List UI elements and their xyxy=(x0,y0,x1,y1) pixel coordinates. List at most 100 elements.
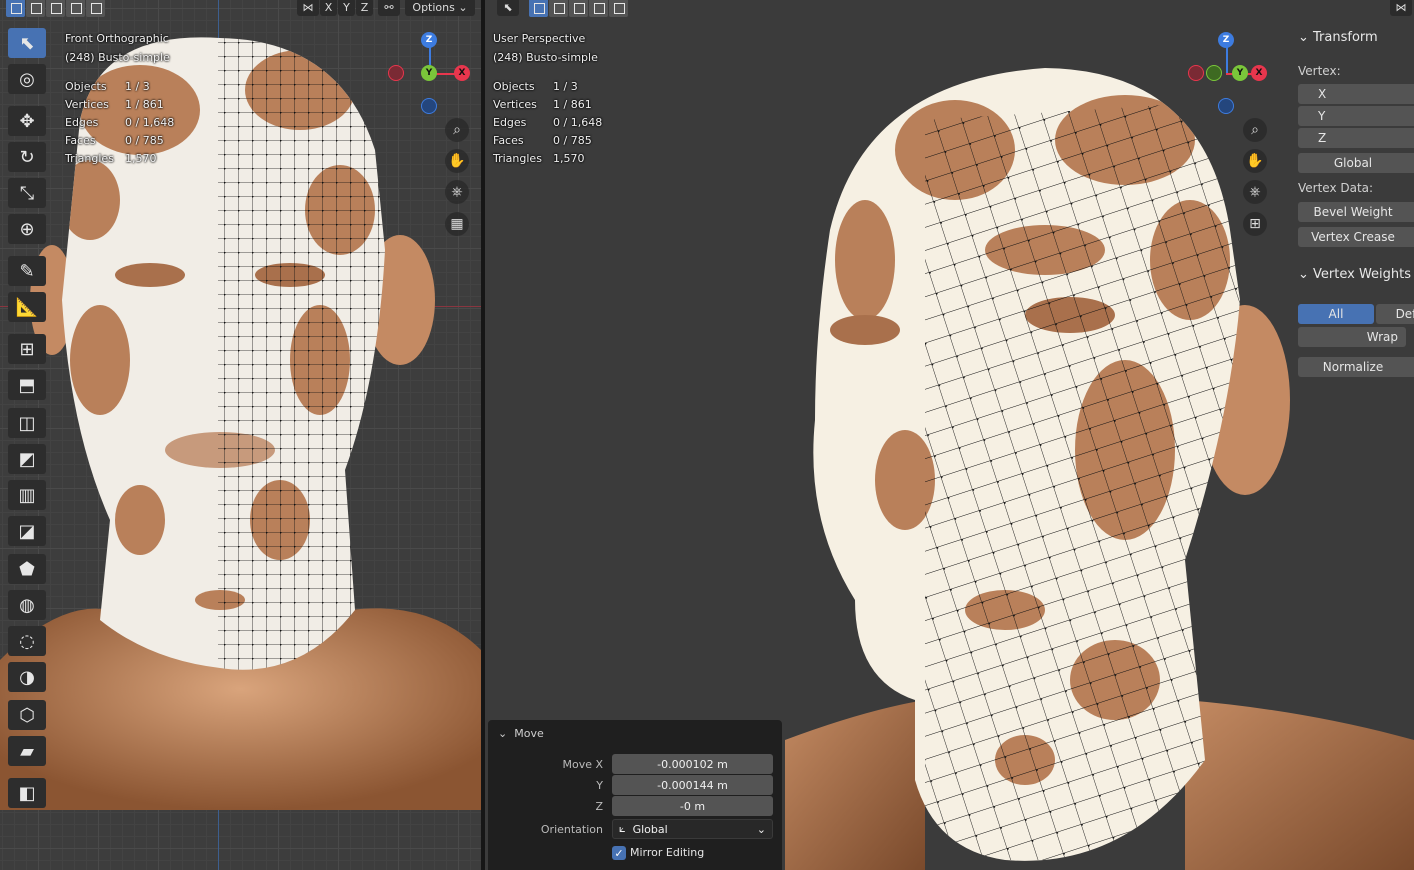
select-new-icon[interactable] xyxy=(529,0,548,17)
mirror-editing-checkbox[interactable]: ✓ xyxy=(612,846,626,860)
object-name: (248) Busto-simple xyxy=(65,51,170,64)
vertex-weights-title: Vertex Weights xyxy=(1313,267,1412,282)
gizmo-y[interactable]: Y xyxy=(421,65,437,81)
mirror-icon[interactable]: ⋈ xyxy=(1390,0,1412,16)
move-x-label: Move X xyxy=(562,758,603,771)
camera-icon[interactable]: ⎈ xyxy=(445,180,469,204)
pan-hand-icon[interactable]: ✋ xyxy=(1243,149,1267,173)
select-tool-icon[interactable]: ⬉ xyxy=(497,0,519,16)
mirror-icon[interactable]: ⋈ xyxy=(297,0,319,16)
move-z-label: Z xyxy=(595,800,603,813)
select-box-tool-icon[interactable]: ⬉ xyxy=(8,28,46,58)
select-new-icon[interactable] xyxy=(6,0,25,17)
vertex-x-field[interactable]: X xyxy=(1298,84,1414,104)
navigation-gizmo[interactable]: Z Y X xyxy=(1182,28,1272,118)
stat-row: Vertices 1 / 861 xyxy=(493,96,602,114)
stat-row: Objects 1 / 3 xyxy=(65,78,174,96)
gizmo-z[interactable]: Z xyxy=(1218,32,1234,48)
wrap-toggle[interactable]: Wrap xyxy=(1298,327,1406,347)
rip-region-tool-icon[interactable]: ◧ xyxy=(8,778,46,808)
poly-build-tool-icon[interactable]: ⬟ xyxy=(8,554,46,584)
stat-row: Faces 0 / 785 xyxy=(493,132,602,150)
scale-tool-icon[interactable]: ⤡ xyxy=(8,178,46,208)
zoom-icon[interactable]: ⌕ xyxy=(1243,118,1267,142)
chevron-down-icon: ⌄ xyxy=(756,822,766,836)
transform-panel-header[interactable]: ⌄ Transform xyxy=(1298,30,1378,45)
select-invert-icon[interactable] xyxy=(589,0,608,17)
move-y-field[interactable]: -0.000144 m xyxy=(612,775,773,795)
options-label: Options xyxy=(412,0,455,14)
mirror-z-toggle[interactable]: Z xyxy=(356,0,373,16)
gizmo-neg-x[interactable] xyxy=(1188,65,1204,81)
cursor-tool-icon[interactable]: ◎ xyxy=(8,64,46,94)
move-z-field[interactable]: -0 m xyxy=(612,796,773,816)
select-subtract-icon[interactable] xyxy=(46,0,65,17)
stat-label: Faces xyxy=(65,134,96,147)
link-icon[interactable]: ⚯ xyxy=(378,0,400,16)
move-x-field[interactable]: -0.000102 m xyxy=(612,754,773,774)
shoulder-left xyxy=(785,700,925,870)
navigation-gizmo[interactable]: Z Y X xyxy=(385,28,475,118)
stat-label: Vertices xyxy=(493,98,537,111)
select-mode-group[interactable] xyxy=(529,0,628,17)
stat-label: Triangles xyxy=(65,152,114,165)
gizmo-neg-z[interactable] xyxy=(1218,98,1234,114)
normalize-button[interactable]: Normalize xyxy=(1298,357,1414,377)
loop-cut-tool-icon[interactable]: ▥ xyxy=(8,480,46,510)
bevel-weight-field[interactable]: Bevel Weight xyxy=(1298,202,1414,222)
extrude-region-tool-icon[interactable]: ⬒ xyxy=(8,370,46,400)
select-extend-icon[interactable] xyxy=(26,0,45,17)
orientation-select[interactable]: ⟀ Global ⌄ xyxy=(612,819,773,839)
stat-label: Objects xyxy=(493,80,535,93)
vertex-weights-panel-header[interactable]: ⌄ Vertex Weights xyxy=(1298,267,1411,282)
vertex-z-field[interactable]: Z xyxy=(1298,128,1414,148)
bevel-tool-icon[interactable]: ◩ xyxy=(8,444,46,474)
select-intersect-icon[interactable] xyxy=(86,0,105,17)
perspective-toggle-icon[interactable]: ⊞ xyxy=(1243,212,1267,236)
spin-tool-icon[interactable]: ◍ xyxy=(8,590,46,620)
gizmo-neg-y[interactable] xyxy=(1206,65,1222,81)
vertex-y-field[interactable]: Y xyxy=(1298,106,1414,126)
space-global-toggle[interactable]: Global xyxy=(1298,153,1414,173)
add-cube-tool-icon[interactable]: ⊞ xyxy=(8,334,46,364)
stat-value: 0 / 785 xyxy=(125,134,164,147)
gizmo-neg-z[interactable] xyxy=(421,98,437,114)
measure-tool-icon[interactable]: 📐 xyxy=(8,292,46,322)
stat-value: 0 / 1,648 xyxy=(125,116,175,129)
annotate-tool-icon[interactable]: ✎ xyxy=(8,256,46,286)
select-extend-icon[interactable] xyxy=(549,0,568,17)
pan-hand-icon[interactable]: ✋ xyxy=(445,149,469,173)
shrink-fatten-tool-icon[interactable]: ⬡ xyxy=(8,700,46,730)
transform-tool-icon[interactable]: ⊕ xyxy=(8,214,46,244)
weights-deform-button[interactable]: Def xyxy=(1376,304,1414,324)
mirror-x-toggle[interactable]: X xyxy=(320,0,337,16)
select-subtract-icon[interactable] xyxy=(569,0,588,17)
gizmo-neg-x[interactable] xyxy=(388,65,404,81)
weights-all-button[interactable]: All xyxy=(1298,304,1374,324)
options-dropdown[interactable]: Options ⌄ xyxy=(405,0,475,16)
gizmo-x[interactable]: X xyxy=(454,65,470,81)
select-mode-group[interactable] xyxy=(6,0,105,17)
operator-header[interactable]: ⌄ Move xyxy=(498,727,544,740)
vertex-crease-field[interactable]: Vertex Crease xyxy=(1298,227,1414,247)
inset-faces-tool-icon[interactable]: ◫ xyxy=(8,408,46,438)
rotate-tool-icon[interactable]: ↻ xyxy=(8,142,46,172)
camera-icon[interactable]: ⎈ xyxy=(1243,180,1267,204)
zoom-icon[interactable]: ⌕ xyxy=(445,118,469,142)
knife-tool-icon[interactable]: ◪ xyxy=(8,516,46,546)
stat-label: Triangles xyxy=(493,152,542,165)
mirror-y-toggle[interactable]: Y xyxy=(338,0,355,16)
select-invert-icon[interactable] xyxy=(66,0,85,17)
left-viewport[interactable]: ⋈ X Y Z ⚯ Options ⌄ ⬉ ◎ ✥ ↻ ⤡ ⊕ ✎ 📐 ⊞ ⬒ ◫ ◩ ▥ ◪ ⬟ ◍ ◌ ◑ ⬡ ▰… xyxy=(0,0,481,870)
gizmo-x[interactable]: X xyxy=(1251,65,1267,81)
shear-tool-icon[interactable]: ▰ xyxy=(8,736,46,766)
edge-slide-tool-icon[interactable]: ◑ xyxy=(8,662,46,692)
gizmo-z[interactable]: Z xyxy=(421,32,437,48)
smooth-tool-icon[interactable]: ◌ xyxy=(8,626,46,656)
move-tool-icon[interactable]: ✥ xyxy=(8,106,46,136)
stat-value: 0 / 1,648 xyxy=(553,116,603,129)
grid-icon[interactable]: ▦ xyxy=(445,212,469,236)
gizmo-y[interactable]: Y xyxy=(1232,65,1248,81)
select-intersect-icon[interactable] xyxy=(609,0,628,17)
stat-value: 0 / 785 xyxy=(553,134,592,147)
